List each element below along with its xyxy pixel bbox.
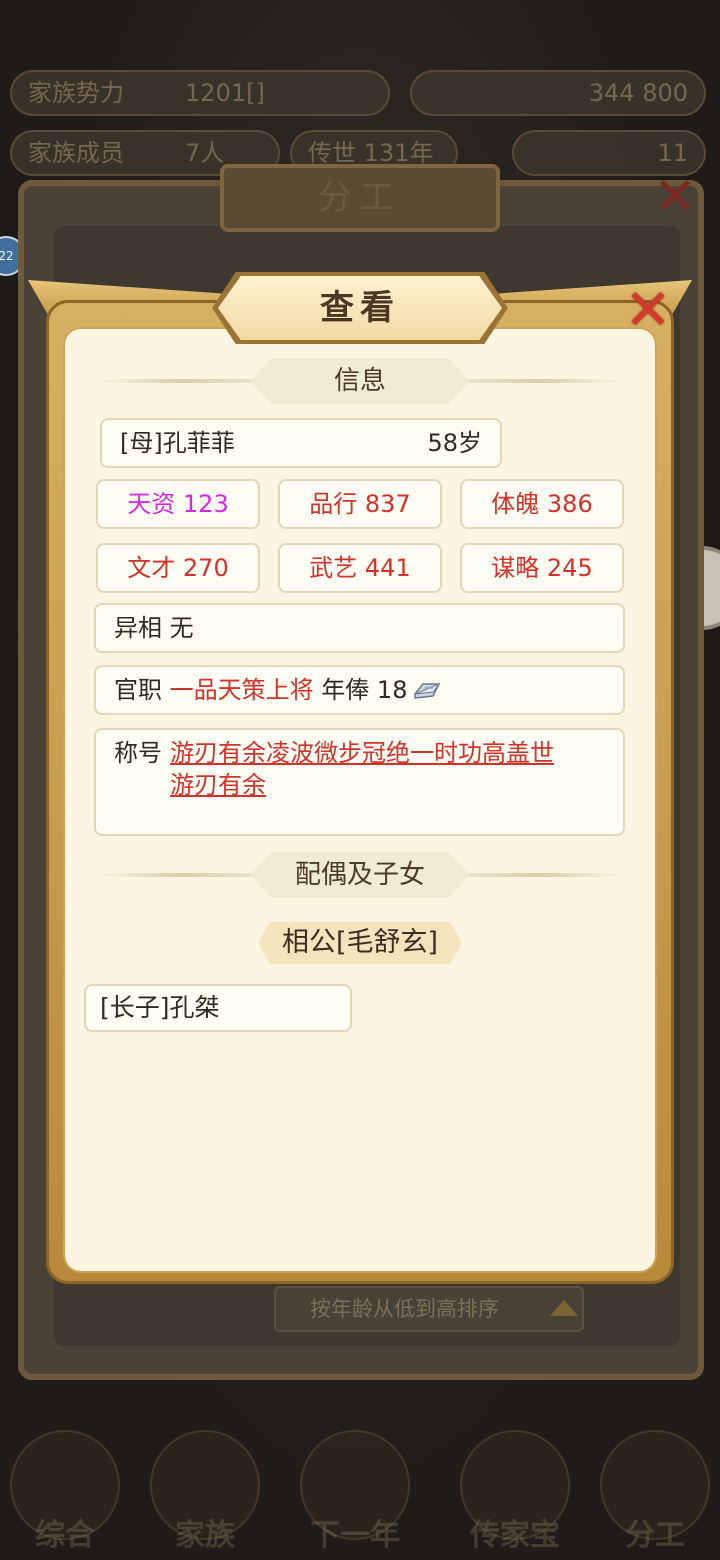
stat-talent: 天资 123 <box>96 479 260 529</box>
title-line-2[interactable]: 游刃有余 <box>170 770 266 800</box>
section-divider-left <box>96 379 266 383</box>
child-name: [长子]孔桀 <box>100 993 220 1022</box>
child-card[interactable]: [长子]孔桀 <box>84 984 352 1032</box>
office-card: 官职 一品天策上将 年俸 18 <box>94 665 625 715</box>
silver-ingot-icon <box>414 682 441 699</box>
stat-strategy-label: 谋略 245 <box>491 554 593 582</box>
sort-by-age-button[interactable]: 按年龄从低到高排序 <box>274 1286 584 1332</box>
stat-physique-label: 体魄 386 <box>491 490 593 518</box>
stat-literature-label: 文才 270 <box>127 554 229 582</box>
spouse-tag[interactable]: 相公[毛舒玄] <box>258 922 462 964</box>
stat-strategy: 谋略 245 <box>460 543 624 593</box>
salary-label: 年俸 <box>321 676 370 704</box>
nav-next-year-label: 下一年 <box>310 1518 400 1553</box>
division-panel-title: 分工 <box>220 164 500 232</box>
person-age: 58岁 <box>427 429 482 457</box>
close-icon[interactable]: ✕ <box>608 276 688 346</box>
trait-card: 异相 无 <box>94 603 625 653</box>
nav-next-year[interactable]: 下一年 <box>290 1420 420 1553</box>
trait-value: 无 <box>169 614 194 642</box>
nav-family-label: 家族 <box>175 1518 235 1553</box>
person-name: [母]孔菲菲 <box>120 429 235 457</box>
info-section-title: 信息 <box>250 358 470 404</box>
bottom-nav: 综合 家族 下一年 传家宝 分工 <box>0 1400 720 1560</box>
stat-literature: 文才 270 <box>96 543 260 593</box>
titles-card: 称号 游刃有余凌波微步冠绝一时功高盖世 游刃有余 <box>94 728 625 836</box>
family-divider-left <box>96 873 266 877</box>
family-power-stat: 家族势力 1201[] <box>10 70 390 116</box>
title-line-1[interactable]: 游刃有余凌波微步冠绝一时功高盖世 <box>170 738 554 768</box>
division-close-icon[interactable]: ✕ <box>640 162 710 232</box>
family-section-title: 配偶及子女 <box>250 852 470 898</box>
office-label: 官职 <box>114 676 162 704</box>
nav-division-label: 分工 <box>625 1518 685 1553</box>
office-value: 一品天策上将 <box>169 676 314 704</box>
nav-heirloom[interactable]: 传家宝 <box>450 1420 580 1553</box>
stat-martial-label: 武艺 441 <box>309 554 411 582</box>
stat-physique: 体魄 386 <box>460 479 624 529</box>
nav-family[interactable]: 家族 <box>140 1420 270 1553</box>
titles-label: 称号 <box>114 739 162 767</box>
family-divider-right <box>456 873 624 877</box>
trait-label: 异相 <box>114 614 162 642</box>
stat-martial: 武艺 441 <box>278 543 442 593</box>
person-card: [母]孔菲菲 58岁 <box>100 418 502 468</box>
section-divider-right <box>456 379 624 383</box>
modal-title: 查看 <box>218 276 502 340</box>
stat-morality-label: 品行 837 <box>309 490 411 518</box>
nav-division[interactable]: 分工 <box>590 1420 720 1553</box>
stat-talent-label: 天资 123 <box>127 490 229 518</box>
sort-caret-icon <box>550 1300 578 1316</box>
nav-general[interactable]: 综合 <box>0 1420 130 1553</box>
nav-heirloom-label: 传家宝 <box>470 1518 560 1553</box>
salary-value: 18 <box>376 676 408 704</box>
currency-stat: 344 800 <box>410 70 706 116</box>
stat-morality: 品行 837 <box>278 479 442 529</box>
nav-general-label: 综合 <box>35 1518 95 1553</box>
